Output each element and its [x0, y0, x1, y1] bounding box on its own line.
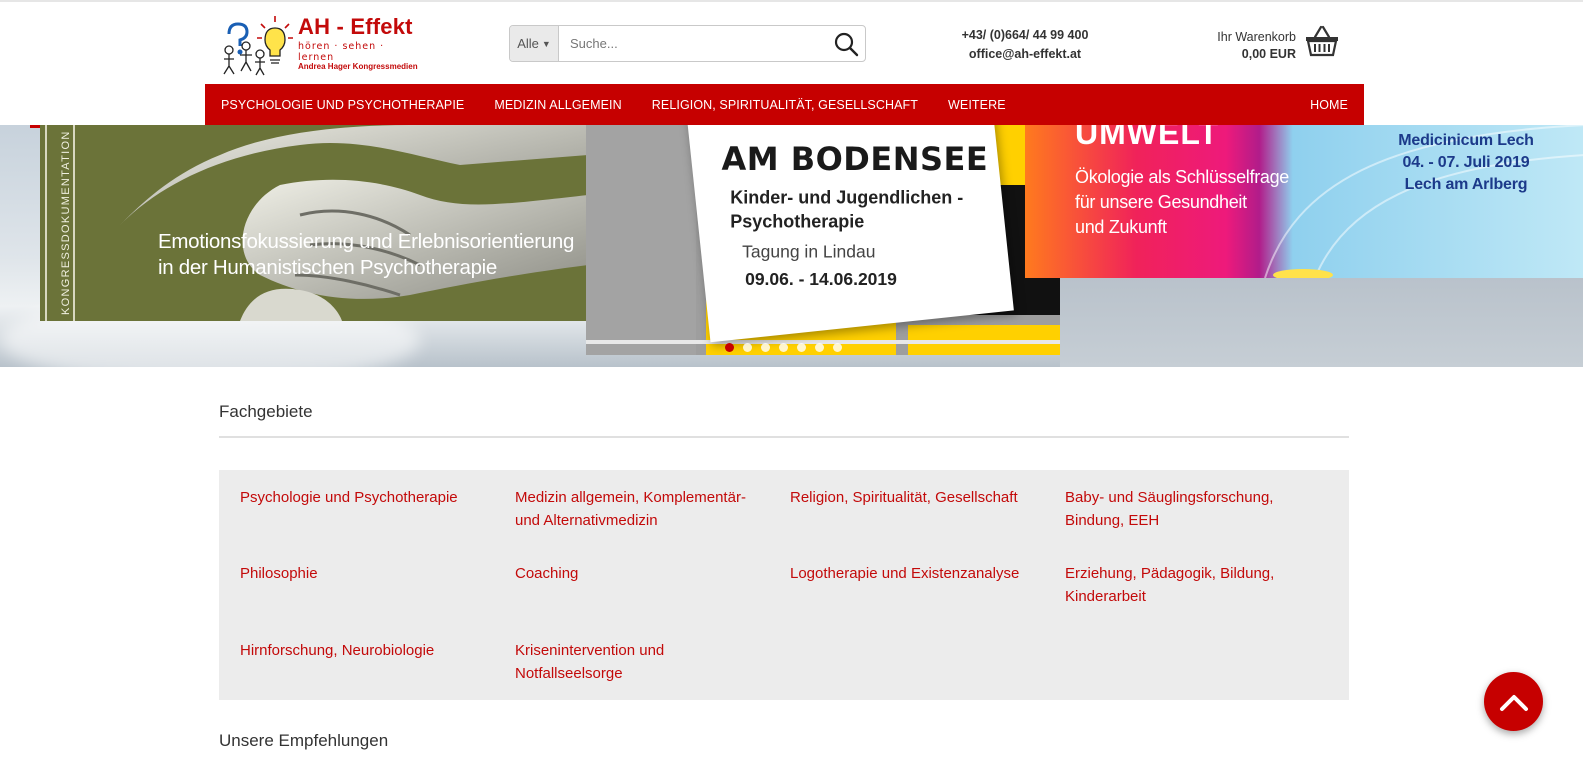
slide-caption-line2: in der Humanistischen Psychotherapie: [158, 256, 498, 279]
chevron-up-icon: [1499, 694, 1528, 711]
slide-poster-dates: 09.06. - 14.06.2019: [745, 269, 897, 290]
slide-caption-line1: Emotionsfokussierung und Erlebnisorienti…: [158, 230, 575, 253]
scroll-to-top-button[interactable]: [1484, 672, 1543, 731]
slider-dot[interactable]: [779, 343, 788, 352]
category-panel: Psychologie und Psychotherapie Medizin a…: [219, 470, 1349, 700]
slider-pagination: [725, 343, 842, 352]
search-bar: Alle ▼: [509, 25, 866, 62]
slide-poster-title: AM BODENSEE: [721, 139, 989, 178]
contact-email[interactable]: office@ah-effekt.at: [930, 45, 1120, 64]
slide-text-line2: für unsere Gesundheit: [1075, 192, 1247, 212]
category-link-religion[interactable]: Religion, Spiritualität, Gesellschaft: [790, 486, 1045, 509]
logo-figures-icon: [223, 16, 293, 76]
cart-summary[interactable]: Ihr Warenkorb 0,00 EUR: [1196, 29, 1296, 63]
main-navigation: PSYCHOLOGIE UND PSYCHOTHERAPIE MEDIZIN A…: [205, 84, 1364, 125]
slider-dot[interactable]: [725, 343, 734, 352]
slide-text-line1: Ökologie als Schlüsselfrage: [1075, 167, 1290, 187]
cart-label: Ihr Warenkorb: [1217, 30, 1296, 44]
slider-dot[interactable]: [743, 343, 752, 352]
slide-medicinicum-lech[interactable]: UMWELT Ökologie als Schlüsselfrage für u…: [1025, 125, 1583, 278]
slide-event-line3: Lech am Arlberg: [1404, 176, 1528, 193]
search-icon: [834, 32, 859, 57]
section-title-empfehlungen: Unsere Empfehlungen: [219, 731, 389, 750]
slide-event-info: Medicinicum Lech 04. - 07. Juli 2019 Lec…: [1391, 130, 1541, 196]
search-button[interactable]: [833, 31, 859, 57]
caret-down-icon: ▼: [541, 38, 551, 49]
nav-item-psychologie[interactable]: PSYCHOLOGIE UND PSYCHOTHERAPIE: [205, 98, 479, 112]
logo-title: AH - Effekt: [298, 14, 413, 39]
slider-dot[interactable]: [833, 343, 842, 352]
search-category-label: Alle: [517, 36, 539, 51]
category-link-medizin[interactable]: Medizin allgemein, Komplementär- und Alt…: [515, 486, 770, 532]
hero-slider[interactable]: KONGRESSDOKUMENTATION Emotionsfokussieru…: [0, 125, 1583, 367]
slide-poster-card: AM BODENSEE Kinder- und Jugendlichen - P…: [683, 125, 1014, 343]
category-link-coaching[interactable]: Coaching: [515, 562, 770, 585]
slider-dot[interactable]: [797, 343, 806, 352]
slide-am-bodensee[interactable]: AM BODENSEE Kinder- und Jugendlichen - P…: [586, 125, 1060, 355]
slide-heading: UMWELT: [1075, 125, 1220, 151]
section-title-fachgebiete: Fachgebiete: [219, 402, 313, 421]
nav-item-medizin[interactable]: MEDIZIN ALLGEMEIN: [479, 98, 636, 112]
category-link-baby[interactable]: Baby- und Säuglingsforschung, Bindung, E…: [1065, 486, 1305, 532]
search-input[interactable]: [560, 26, 830, 61]
slide-emotionsfokussierung[interactable]: KONGRESSDOKUMENTATION Emotionsfokussieru…: [40, 125, 588, 321]
slide-text: Ökologie als Schlüsselfrage für unsere G…: [1075, 165, 1289, 240]
cart-total: 0,00 EUR: [1241, 47, 1296, 61]
slide-text-line3: und Zukunft: [1075, 217, 1167, 237]
logo-subline: Andrea Hager Kongressmedien: [298, 62, 418, 71]
nav-item-home[interactable]: HOME: [1295, 98, 1364, 112]
category-link-hirnforschung[interactable]: Hirnforschung, Neurobiologie: [240, 639, 495, 662]
nav-item-weitere[interactable]: WEITERE: [933, 98, 1021, 112]
slide-poster-place: Tagung in Lindau: [742, 241, 876, 262]
handshake-image: [120, 125, 588, 321]
slide-vertical-label: KONGRESSDOKUMENTATION: [60, 130, 72, 315]
slide-poster-subtitle-line1: Kinder- und Jugendlichen -: [730, 187, 964, 208]
slide-poster-subtitle-line2: Psychotherapie: [730, 211, 865, 232]
slider-dot[interactable]: [815, 343, 824, 352]
logo-tagline: hören · sehen · lernen: [298, 41, 385, 63]
contact-info: +43/ (0)664/ 44 99 400 office@ah-effekt.…: [930, 26, 1120, 64]
slide-sky-background: [1060, 278, 1583, 367]
slider-dot[interactable]: [761, 343, 770, 352]
site-logo[interactable]: AH - Effekt hören · sehen · lernen Andre…: [221, 12, 421, 76]
contact-phone[interactable]: +43/ (0)664/ 44 99 400: [930, 26, 1120, 45]
category-link-philosophie[interactable]: Philosophie: [240, 562, 495, 585]
search-category-select[interactable]: Alle ▼: [510, 26, 559, 61]
category-link-erziehung[interactable]: Erziehung, Pädagogik, Bildung, Kinderarb…: [1065, 562, 1305, 608]
slide-poster-subtitle: Kinder- und Jugendlichen - Psychotherapi…: [730, 185, 963, 233]
slide-block: [586, 125, 696, 355]
nav-item-religion[interactable]: RELIGION, SPIRITUALITÄT, GESELLSCHAFT: [637, 98, 933, 112]
basket-icon[interactable]: [1305, 25, 1339, 57]
category-link-logotherapie[interactable]: Logotherapie und Existenzanalyse: [790, 562, 1045, 585]
slide-event-line2: 04. - 07. Juli 2019: [1402, 154, 1530, 171]
slide-event-line1: Medicinicum Lech: [1398, 132, 1534, 149]
section-divider: [219, 436, 1349, 438]
site-header: AH - Effekt hören · sehen · lernen Andre…: [0, 2, 1583, 84]
category-link-psychologie[interactable]: Psychologie und Psychotherapie: [240, 486, 495, 509]
category-link-krisenintervention[interactable]: Krisenintervention und Notfallseelsorge: [515, 639, 695, 685]
slide-caption: Emotionsfokussierung und Erlebnisorienti…: [158, 229, 574, 281]
